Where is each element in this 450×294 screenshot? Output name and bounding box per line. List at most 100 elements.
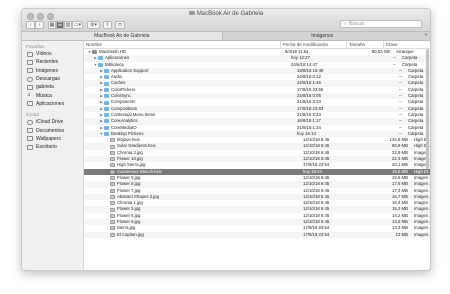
tab-macbook[interactable]: MacBook Air de Gabriela <box>22 32 222 40</box>
image-file-icon <box>110 232 115 237</box>
image-file-icon <box>110 150 115 155</box>
folder-icon <box>104 100 109 105</box>
folder-icon <box>104 69 109 74</box>
toolbar: ‹ › ▦ ☰ ▥ ▭▾ ⚙▾ ⇧ ⬭ ⌕ Buscar <box>26 20 426 29</box>
drive-icon <box>92 50 97 55</box>
share-button[interactable]: ⇧ <box>103 20 112 29</box>
sidebar-item-downloads[interactable]: Descargas <box>22 75 83 83</box>
sidebar-item-label: iCloud Drive <box>36 119 64 126</box>
image-file-icon <box>110 138 115 143</box>
sidebar-section-icloud: iCloud <box>26 112 39 118</box>
image-file-icon <box>110 213 115 218</box>
file-kind: Imagen JPEG <box>414 231 430 237</box>
sidebar-item-recents[interactable]: Recientes <box>22 58 83 66</box>
folder-icon <box>104 106 109 111</box>
file-name: El Capitan.jpg <box>117 231 144 237</box>
image-file-icon <box>110 176 115 181</box>
sidebar-item-label: Imágenes <box>36 67 58 74</box>
image-file-icon <box>110 226 115 231</box>
sidebar-item-icloud-drive[interactable]: iCloud Drive <box>22 118 83 126</box>
photo-icon <box>27 68 33 74</box>
column-date[interactable]: Fecha de modificación <box>280 41 346 48</box>
file-list: Nombre Fecha de modificación Tamaño Clas… <box>84 41 430 270</box>
action-menu-button[interactable]: ⚙▾ <box>87 20 100 29</box>
document-icon <box>27 128 33 134</box>
file-size: 13 MB <box>395 231 408 237</box>
file-row[interactable]: El Capitan.jpg 17/8/18 23:54 13 MB Imagen J… <box>84 231 430 238</box>
image-file-icon <box>110 207 115 212</box>
image-file-icon <box>110 169 115 174</box>
image-file-icon <box>110 157 115 162</box>
column-view-button[interactable]: ▥ <box>64 20 72 29</box>
sidebar-item-label: Música <box>36 92 52 99</box>
title-bar: MacBook Air de Gabriela ‹ › ▦ ☰ ▥ ▭▾ ⚙▾ … <box>22 9 430 32</box>
back-button[interactable]: ‹ <box>26 20 35 29</box>
folder-icon <box>98 56 103 61</box>
search-placeholder: Buscar <box>348 21 365 27</box>
sidebar-item-label: gabriela <box>36 84 54 91</box>
sidebar-item-home[interactable]: gabriela <box>22 83 83 91</box>
column-name[interactable]: Nombre <box>84 41 280 48</box>
sidebar-section-favorites: Favoritos <box>26 44 45 49</box>
column-kind[interactable]: Clase <box>383 41 430 48</box>
image-file-icon <box>110 144 115 149</box>
forward-button[interactable]: › <box>35 20 44 29</box>
folder-icon <box>104 113 109 118</box>
folder-icon <box>104 94 109 99</box>
view-switcher: ▦ ☰ ▥ ▭▾ <box>48 20 83 29</box>
sidebar-item-label: Wallpapers <box>36 135 61 142</box>
file-rows: ▼ Macintosh HD 8/4/19 11:54 90,53 GB Arranqu… <box>84 49 430 238</box>
list-view-button[interactable]: ☰ <box>56 20 64 29</box>
sidebar: Favoritos Vídeos Recientes Imágenes Desc… <box>22 41 84 270</box>
icon-view-button[interactable]: ▦ <box>48 20 56 29</box>
column-header: Nombre Fecha de modificación Tamaño Clas… <box>84 41 430 49</box>
image-file-icon <box>110 182 115 187</box>
folder-icon <box>104 119 109 124</box>
folder-icon <box>104 132 109 136</box>
sidebar-item-videos[interactable]: Vídeos <box>22 50 83 58</box>
image-file-icon <box>110 163 115 168</box>
column-size[interactable]: Tamaño <box>346 41 383 48</box>
gallery-view-button[interactable]: ▭▾ <box>72 20 83 29</box>
nav-buttons: ‹ › <box>26 20 44 29</box>
scrollbar[interactable] <box>426 49 429 169</box>
film-icon <box>27 51 33 57</box>
sidebar-item-label: Recientes <box>36 59 59 66</box>
folder-icon <box>104 87 109 92</box>
folder-icon <box>104 81 109 86</box>
sidebar-item-label: Documentos <box>36 127 65 134</box>
sidebar-item-music[interactable]: ♫ Música <box>22 91 83 99</box>
clock-icon <box>27 59 33 65</box>
home-icon <box>27 84 33 90</box>
finder-window: MacBook Air de Gabriela ‹ › ▦ ☰ ▥ ▭▾ ⚙▾ … <box>21 8 431 271</box>
tag-button[interactable]: ⬭ <box>115 20 125 29</box>
image-file-icon <box>110 220 115 225</box>
download-icon <box>27 76 33 82</box>
folder-icon <box>27 136 33 142</box>
image-file-icon <box>110 194 115 199</box>
image-file-icon <box>110 188 115 193</box>
cloud-icon <box>27 119 33 125</box>
sidebar-item-label: Descargas <box>36 76 60 83</box>
search-icon: ⌕ <box>344 21 347 27</box>
sidebar-item-label: Escritorio <box>36 144 57 151</box>
sidebar-item-label: Vídeos <box>36 51 52 58</box>
search-field[interactable]: ⌕ Buscar <box>340 20 422 28</box>
folder-icon <box>104 75 109 80</box>
file-date: 17/8/18 23:54 <box>303 231 330 237</box>
folder-icon <box>98 62 103 67</box>
sidebar-item-applications[interactable]: Aplicaciones <box>22 100 83 108</box>
music-note-icon: ♫ <box>27 92 31 99</box>
folder-icon <box>104 125 109 130</box>
sidebar-item-desktop[interactable]: Escritorio <box>22 143 83 151</box>
sidebar-item-label: Aplicaciones <box>36 100 65 107</box>
tab-bar: MacBook Air de Gabriela Imágenes + <box>22 32 430 41</box>
applications-icon <box>27 101 33 107</box>
new-tab-button[interactable]: + <box>422 32 430 40</box>
tab-imagenes[interactable]: Imágenes <box>221 32 423 40</box>
sidebar-item-wallpapers[interactable]: Wallpapers <box>22 135 83 143</box>
window-title: MacBook Air de Gabriela <box>22 11 430 17</box>
sidebar-item-images[interactable]: Imágenes <box>22 67 83 75</box>
sidebar-item-documents[interactable]: Documentos <box>22 126 83 134</box>
drive-icon <box>188 11 195 16</box>
